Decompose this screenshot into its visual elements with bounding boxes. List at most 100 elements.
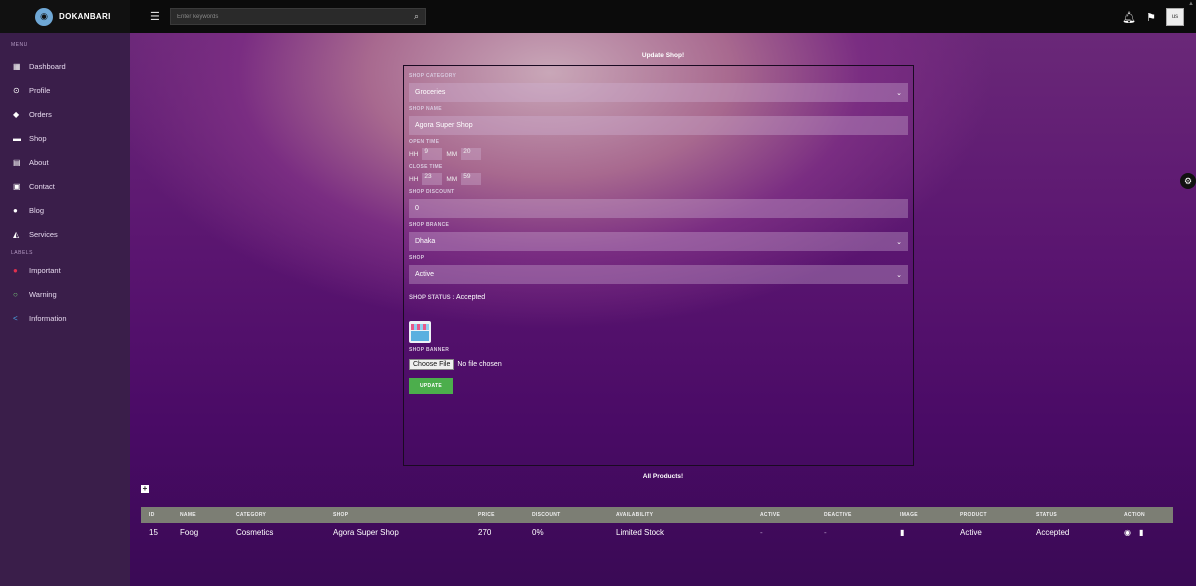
sidebar-label-text: Important [29, 265, 61, 275]
header-status: STATUS [1036, 512, 1058, 518]
cell-active: - [760, 527, 763, 537]
menu-toggle-icon[interactable]: ☰ [150, 10, 162, 23]
sidebar-item-about[interactable]: ▤ About [0, 150, 130, 174]
tag-icon: ◆ [13, 109, 20, 119]
bell-icon[interactable]: 🔔︎ [1122, 11, 1136, 24]
chevron-down-icon: ⌄ [896, 89, 902, 97]
close-time-row: HH 23 MM 59 [409, 173, 910, 185]
sidebar-label-warning[interactable]: ○ Warning [0, 282, 130, 306]
open-hh-label: HH [409, 150, 419, 158]
sidebar-item-label: Services [29, 229, 58, 239]
header-active: ACTIVE [760, 512, 781, 518]
sidebar-item-orders[interactable]: ◆ Orders [0, 102, 130, 126]
branch-select[interactable]: Dhaka ⌄ [409, 232, 908, 251]
sidebar-item-shop[interactable]: ▬ Shop [0, 126, 130, 150]
search-input[interactable] [177, 13, 377, 20]
sidebar-item-profile[interactable]: ⊙ Profile [0, 78, 130, 102]
header-image: IMAGE [900, 512, 918, 518]
update-shop-form: SHOP CATEGORY Groceries ⌄ SHOP NAME Agor… [403, 65, 914, 466]
header-deactive: DEACTIVE [824, 512, 852, 518]
choose-file-button[interactable]: Choose File [409, 359, 455, 370]
chevron-down-icon: ⌄ [896, 271, 902, 279]
sidebar-item-label: Shop [29, 133, 47, 143]
close-hh-input[interactable]: 23 [422, 173, 443, 185]
flag-icon[interactable]: ⚑ [1146, 11, 1156, 24]
profile-icon: ⊙ [13, 85, 20, 95]
search-icon[interactable]: ⌕ [414, 11, 419, 22]
store-logo-icon: ◉ [35, 7, 53, 26]
update-button[interactable]: UPDATE [409, 378, 453, 394]
shop-active-select[interactable]: Active ⌄ [409, 265, 908, 284]
header-discount: DISCOUNT [532, 512, 561, 518]
header-product: PRODUCT [960, 512, 987, 518]
sidebar-label-text: Information [29, 313, 67, 323]
discount-input[interactable]: 0 [409, 199, 908, 218]
header-availability: AVAILABILITY [616, 512, 654, 518]
trash-icon[interactable]: ▮ [1139, 528, 1143, 537]
menu-header: MENU [11, 42, 28, 48]
sidebar-item-label: Profile [29, 85, 51, 95]
labels-header: LABELS [11, 250, 33, 256]
products-table: ID NAME CATEGORY SHOP PRICE DISCOUNT AVA… [141, 507, 1173, 541]
branch-label: SHOP BRANCE [409, 222, 450, 228]
cell-availability: Limited Stock [616, 527, 665, 537]
sidebar-item-blog[interactable]: ● Blog [0, 198, 130, 222]
product-thumbnail-icon: ▮ [900, 527, 905, 537]
plus-icon[interactable]: + [141, 485, 149, 493]
sidebar-label-important[interactable]: ● Important [0, 258, 130, 282]
open-hh-input[interactable]: 9 [422, 148, 443, 160]
form-title: Update Shop! [641, 52, 685, 59]
top-right-actions: 🔔︎ ⚑ us [1122, 8, 1184, 26]
cell-product: Active [960, 527, 982, 537]
sidebar-item-label: Blog [29, 205, 45, 215]
sidebar-item-label: Contact [29, 181, 55, 191]
storefront-graphic [411, 331, 429, 341]
sidebar-item-label: Orders [29, 109, 52, 119]
no-file-text: No file chosen [457, 361, 502, 368]
sidebar-item-contact[interactable]: ▣ Contact [0, 174, 130, 198]
blog-icon: ● [13, 205, 18, 215]
shop-status: SHOP STATUS : Accepted [409, 294, 910, 301]
sidebar-label-information[interactable]: < Information [0, 306, 130, 330]
header-shop: SHOP [333, 512, 349, 518]
header-action: ACTION [1124, 512, 1145, 518]
eye-icon[interactable]: ◉ [1124, 528, 1131, 537]
open-mm-input[interactable]: 20 [461, 148, 482, 160]
shop-status-label: SHOP STATUS : [409, 295, 455, 301]
table-header: ID NAME CATEGORY SHOP PRICE DISCOUNT AVA… [141, 507, 1173, 523]
file-picker: Choose File No file chosen [409, 359, 910, 370]
brand[interactable]: ◉ DOKANBARI [0, 0, 130, 33]
shop-status-value: Accepted [456, 294, 486, 301]
about-icon: ▤ [13, 157, 21, 167]
avatar[interactable]: us [1166, 8, 1184, 26]
cell-shop: Agora Super Shop [333, 527, 399, 537]
sidebar: MENU ▦ Dashboard ⊙ Profile ◆ Orders ▬ Sh… [0, 33, 130, 586]
discount-label: SHOP DISCOUNT [409, 189, 455, 195]
discount-value: 0 [415, 205, 419, 212]
main-content: Update Shop! SHOP CATEGORY Groceries ⌄ S… [130, 33, 1196, 586]
cell-status: Accepted [1036, 527, 1070, 537]
table-row: 15 Foog Cosmetics Agora Super Shop 270 0… [141, 523, 1173, 541]
warning-circle-icon: ○ [13, 289, 18, 299]
scroll-up-icon[interactable]: ▲ [1188, 1, 1194, 7]
sidebar-item-services[interactable]: ◭ Services [0, 222, 130, 246]
sidebar-item-dashboard[interactable]: ▦ Dashboard [0, 54, 130, 78]
cell-category: Cosmetics [236, 527, 274, 537]
sidebar-item-label: Dashboard [29, 61, 66, 71]
brand-name: DOKANBARI [59, 12, 111, 21]
products-title: All Products! [642, 473, 684, 480]
contact-icon: ▣ [13, 181, 21, 191]
gear-icon[interactable]: ⚙ [1180, 173, 1196, 189]
shop-name-input[interactable]: Agora Super Shop [409, 116, 908, 135]
cell-price: 270 [478, 527, 492, 537]
cell-id: 15 [149, 527, 158, 537]
close-mm-input[interactable]: 59 [461, 173, 482, 185]
search-box: ⌕ [170, 8, 426, 25]
banner-label: SHOP BANNER [409, 347, 450, 353]
category-value: Groceries [415, 89, 446, 96]
header-category: CATEGORY [236, 512, 267, 518]
header-name: NAME [180, 512, 196, 518]
shop-label: SHOP [409, 255, 425, 261]
category-select[interactable]: Groceries ⌄ [409, 83, 908, 102]
chevron-down-icon: ⌄ [896, 238, 902, 246]
